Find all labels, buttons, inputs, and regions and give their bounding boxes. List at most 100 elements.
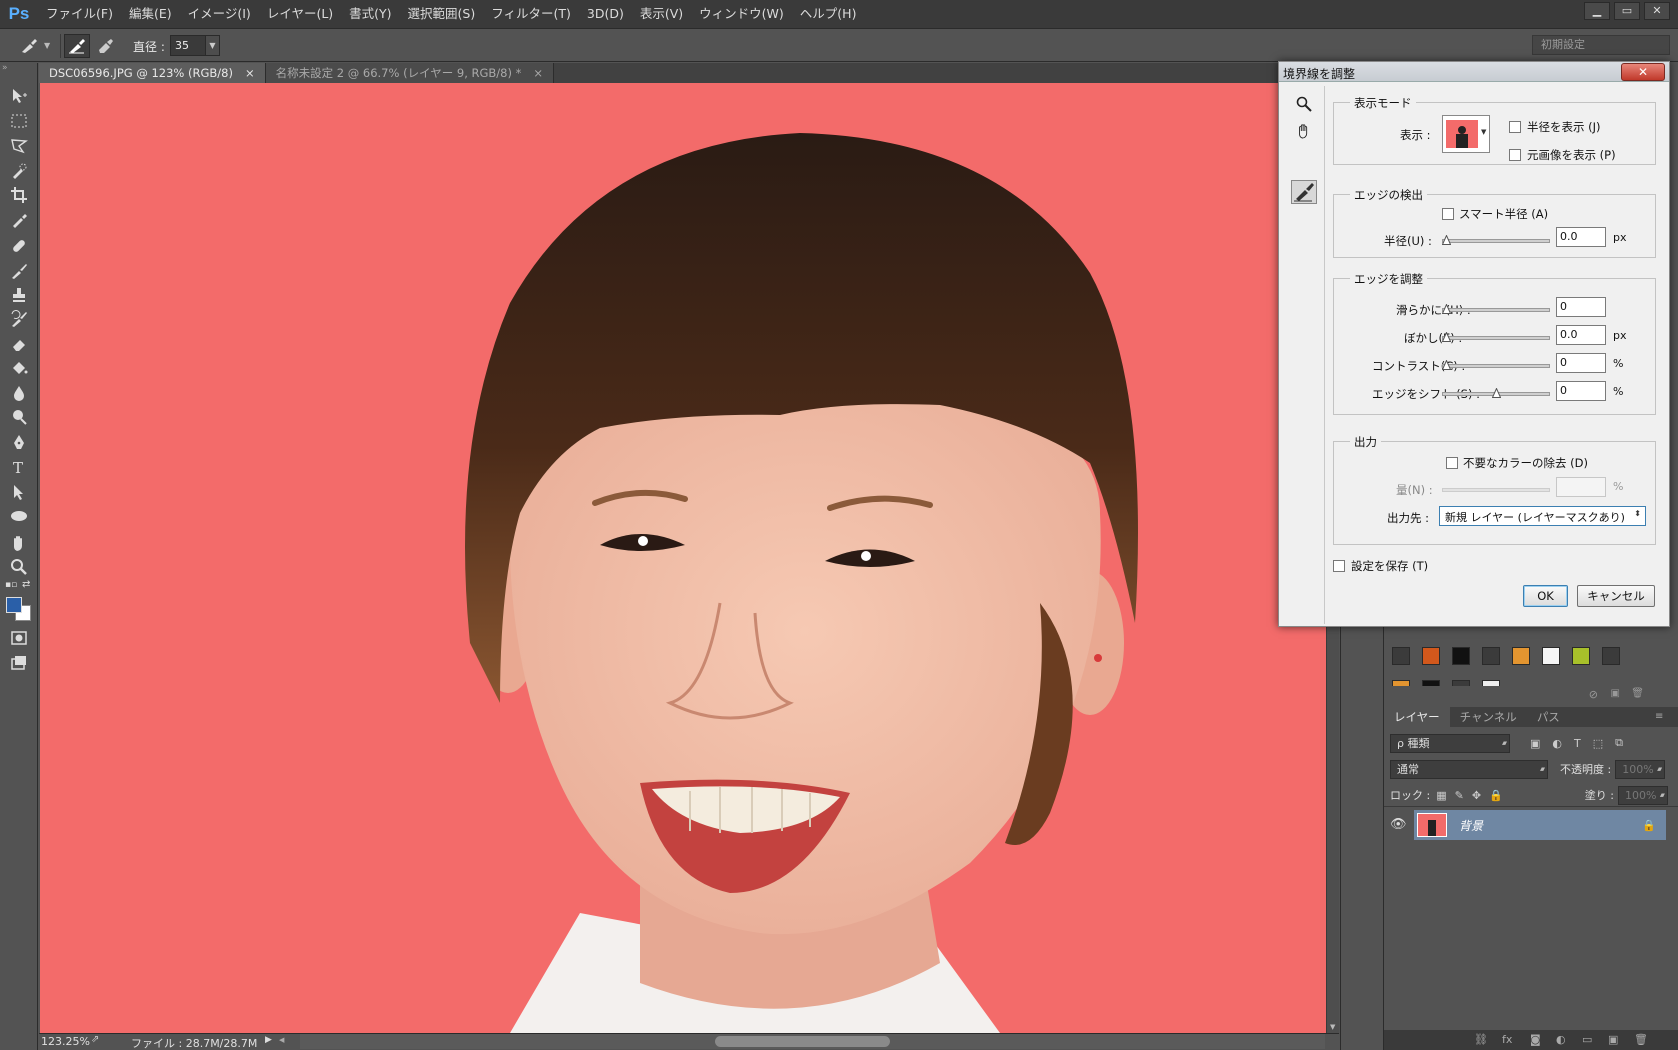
decontaminate-checkbox[interactable] [1446,457,1458,469]
quick-mask-button[interactable] [7,627,31,649]
view-mode-picker[interactable]: ▼ [1442,115,1490,153]
history-brush-tool[interactable] [7,308,31,330]
adjust-row-slider[interactable] [1442,360,1550,370]
close-window-button[interactable]: ✕ [1644,2,1670,20]
scroll-left-icon[interactable]: ◀ [279,1036,284,1044]
adjust-row-slider[interactable] [1442,388,1550,398]
menu-item[interactable]: 編集(E) [121,0,180,28]
zoom-level[interactable]: 123.25% [41,1035,90,1048]
menu-item[interactable]: レイヤー(L) [259,0,341,28]
radius-input[interactable]: 0.0 [1556,227,1606,247]
scroll-down-icon[interactable]: ▼ [1330,1023,1335,1031]
refine-radius-tool[interactable] [64,34,90,58]
ellipse-tool[interactable] [7,505,31,527]
tool-preset-picker[interactable] [16,34,42,58]
diameter-value[interactable]: 35 [171,39,205,52]
swatch[interactable] [1482,680,1500,686]
show-radius-checkbox[interactable] [1509,121,1521,133]
folder-icon[interactable]: ▭ [1582,1033,1592,1046]
fx-icon[interactable]: fx [1502,1033,1512,1046]
menu-item[interactable]: フィルター(T) [483,0,579,28]
clone-stamp-tool[interactable] [7,284,31,306]
layer-kind-filter[interactable]: ρ 種類 [1390,733,1510,753]
quick-select-tool[interactable] [7,160,31,182]
visibility-eye-icon[interactable]: 👁 [1390,817,1407,832]
link-layers-icon[interactable]: ⛓ [1474,1033,1488,1046]
tab-channels[interactable]: チャンネル [1450,707,1527,727]
tab-dsc06596[interactable]: DSC06596.JPG @ 123% (RGB/8) × [39,63,266,83]
restore-button[interactable]: ▭ [1614,2,1640,20]
refine-radius-tool-button[interactable] [1291,180,1317,204]
eraser-tool[interactable] [7,333,31,355]
tab-untitled-2[interactable]: 名称未設定 2 @ 66.7% (レイヤー 9, RGB/8) * × [265,63,555,83]
trash-icon[interactable]: 🗑 [1631,688,1644,699]
adjust-row-slider[interactable] [1442,304,1550,314]
menu-item[interactable]: 書式(Y) [341,0,399,28]
output-to-select[interactable]: 新規 レイヤー (レイヤーマスクあり) ⬍ [1439,506,1646,526]
lock-all-icon[interactable]: 🔒 [1489,789,1503,802]
foreground-color-swatch[interactable] [6,597,22,613]
dialog-title-bar[interactable]: 境界線を調整 ✕ [1279,62,1669,82]
minimize-button[interactable]: ▁ [1584,2,1610,20]
document-canvas[interactable] [40,83,1326,1033]
adjust-row-input[interactable]: 0 [1556,297,1606,317]
slider-thumb[interactable] [1492,388,1501,398]
swatch[interactable] [1542,647,1560,665]
swatch[interactable] [1452,680,1470,686]
swatch[interactable] [1452,647,1470,665]
layer-name[interactable]: 背景 [1459,817,1483,834]
adjust-row-input[interactable]: 0.0 [1556,325,1606,345]
swatch[interactable] [1572,647,1590,665]
adjustment-layer-icon[interactable]: ◐ [1556,1033,1566,1046]
filter-adjustment-icon[interactable]: ◐ [1552,737,1562,750]
marquee-tool[interactable] [7,110,31,132]
dodge-tool[interactable] [7,406,31,428]
chevron-down-icon[interactable]: ▼ [44,41,50,50]
swatch[interactable] [1392,680,1410,686]
slider-thumb[interactable] [1442,360,1451,370]
swap-colors-icon[interactable]: ⇄ [22,579,30,590]
menu-item[interactable]: ヘルプ(H) [792,0,865,28]
smart-radius-checkbox[interactable] [1442,208,1454,220]
close-tab-icon[interactable]: × [245,66,255,80]
panel-menu-icon[interactable]: ≡ [1655,707,1663,727]
adjust-row-slider[interactable] [1442,332,1550,342]
dialog-close-button[interactable]: ✕ [1621,63,1665,81]
tab-paths[interactable]: パス [1527,707,1570,727]
menu-item[interactable]: 選択範囲(S) [400,0,484,28]
add-mask-icon[interactable]: ◙ [1530,1033,1541,1046]
swatch[interactable] [1512,647,1530,665]
show-original-checkbox[interactable] [1509,149,1521,161]
path-selection-tool[interactable] [7,481,31,503]
workspace-selector[interactable]: 初期設定 [1532,35,1670,55]
fill-input[interactable]: 100% [1617,785,1668,805]
cancel-button[interactable]: キャンセル [1577,585,1655,607]
filter-type-icon[interactable]: T [1574,737,1581,750]
swatch[interactable] [1392,647,1410,665]
default-colors-icon[interactable]: ▪▫ [5,580,17,590]
hand-tool-button[interactable] [1296,122,1312,143]
erase-refinements-tool[interactable] [92,34,118,58]
new-layer-icon[interactable]: ▣ [1608,1033,1618,1046]
screen-mode-button[interactable] [7,652,31,674]
menu-item[interactable]: イメージ(I) [180,0,259,28]
filter-shape-icon[interactable]: ⬚ [1593,737,1603,750]
type-tool[interactable]: T [7,456,31,478]
lasso-tool[interactable] [7,135,31,157]
swatch[interactable] [1422,680,1440,686]
layer-row-background[interactable]: 背景 🔒 [1414,810,1666,840]
brush-tool[interactable] [7,260,31,282]
lock-transparency-icon[interactable]: ▦ [1436,789,1446,802]
adjust-row-input[interactable]: 0 [1556,381,1606,401]
swatch[interactable] [1422,647,1440,665]
delete-layer-icon[interactable]: 🗑 [1634,1033,1648,1046]
healing-brush-tool[interactable] [7,235,31,257]
ok-button[interactable]: OK [1523,585,1568,607]
new-swatch-icon[interactable]: ▣ [1611,688,1620,699]
pen-tool[interactable] [7,432,31,454]
menu-item[interactable]: ファイル(F) [38,0,121,28]
filter-pixel-icon[interactable]: ▣ [1530,737,1540,750]
menu-item[interactable]: 3D(D) [579,0,632,28]
horizontal-scroll-thumb[interactable] [715,1036,890,1047]
paint-bucket-tool[interactable] [7,357,31,379]
